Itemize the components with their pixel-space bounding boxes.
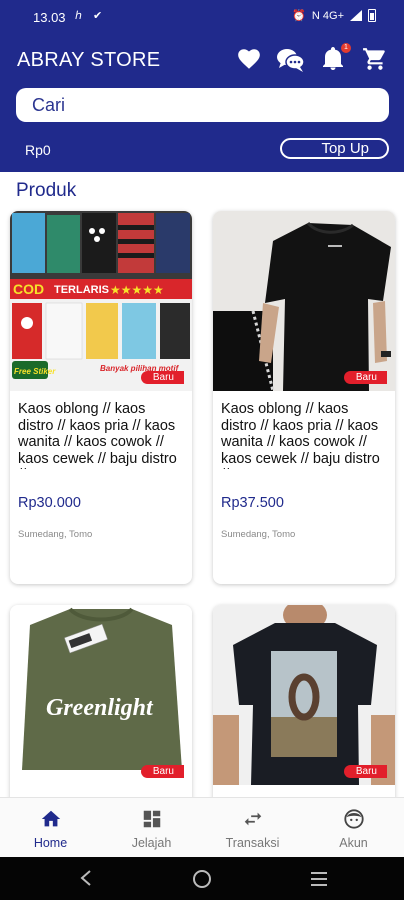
nav-akun[interactable]: Akun <box>303 798 404 858</box>
product-image: Baru <box>213 211 395 391</box>
cod-label: COD <box>13 281 44 297</box>
grid-icon <box>143 810 161 828</box>
black-tshirt-image <box>213 211 395 391</box>
product-price: Rp37.500 <box>221 495 284 511</box>
app-header: ABRAY STORE 1 Rp0 Top Up <box>0 34 404 172</box>
nav-label: Transaksi <box>225 836 280 850</box>
notification-badge: 1 <box>341 43 351 53</box>
heart-icon <box>238 49 260 69</box>
system-navigation-bar <box>0 857 404 900</box>
product-name: Kaos oblong // kaos distro // kaos pria … <box>221 401 380 469</box>
product-image: Greenlight Baru <box>10 605 192 785</box>
network-label: N 4G+ <box>311 9 344 22</box>
new-badge: Baru <box>140 765 184 778</box>
nav-label: Jelajah <box>131 836 172 850</box>
star-rating-icon: ★★★★★ <box>110 283 164 297</box>
product-card[interactable]: Greenlight Baru <box>10 605 192 805</box>
signal-icon <box>350 10 362 21</box>
new-badge: Baru <box>343 765 387 778</box>
new-badge: Baru <box>343 371 387 384</box>
cart-button[interactable] <box>362 46 390 74</box>
cart-icon <box>363 48 385 70</box>
system-icons: ⏰ N 4G+ <box>292 9 376 22</box>
home-circle-icon[interactable] <box>192 869 212 889</box>
product-name: Kaos oblong // kaos distro // kaos pria … <box>18 401 177 469</box>
tshirt-collage-image: COD TERLARIS ★★★★★ Free Stiker Banyak pi… <box>10 211 192 391</box>
notification-icons: ℎ ✔ <box>75 10 107 22</box>
product-card[interactable]: Baru Kaos oblong // kaos distro // kaos … <box>213 211 395 584</box>
battery-icon <box>368 9 376 22</box>
nav-home[interactable]: Home <box>0 798 101 858</box>
home-icon <box>41 810 61 827</box>
nav-label: Home <box>33 836 68 850</box>
product-price: Rp30.000 <box>18 495 81 511</box>
notification-button[interactable]: 1 <box>321 43 351 74</box>
nav-jelajah[interactable]: Jelajah <box>101 798 202 858</box>
terlaris-label: TERLARIS <box>54 284 109 296</box>
status-bar: 13.03 ℎ ✔ ⏰ N 4G+ <box>0 0 404 34</box>
alarm-icon: ⏰ <box>292 10 306 22</box>
graphic-tshirt-image <box>213 605 395 785</box>
product-card[interactable]: COD TERLARIS ★★★★★ Free Stiker Banyak pi… <box>10 211 192 584</box>
new-badge: Baru <box>140 371 184 384</box>
product-image: COD TERLARIS ★★★★★ Free Stiker Banyak pi… <box>10 211 192 391</box>
store-title: ABRAY STORE <box>17 49 161 71</box>
product-location: Sumedang, Tomo <box>18 529 93 540</box>
clock: 13.03 <box>33 10 66 25</box>
nav-transaksi[interactable]: Transaksi <box>202 798 303 858</box>
balance-amount: Rp0 <box>25 142 51 158</box>
wishlist-button[interactable] <box>236 46 264 74</box>
chat-button[interactable] <box>276 46 308 74</box>
product-image: Baru <box>213 605 395 785</box>
search-input[interactable] <box>16 88 389 122</box>
free-sticker-label: Free Stiker <box>14 367 56 376</box>
face-icon <box>344 809 364 829</box>
recents-icon[interactable] <box>310 871 328 887</box>
product-card[interactable]: Baru <box>213 605 395 805</box>
greenlight-print: Greenlight <box>46 695 154 721</box>
swap-icon <box>244 812 262 826</box>
section-title: Produk <box>16 180 77 201</box>
chat-icon <box>277 49 305 72</box>
product-location: Sumedang, Tomo <box>221 529 296 540</box>
top-up-button[interactable]: Top Up <box>280 138 389 159</box>
nav-label: Akun <box>339 836 368 850</box>
back-icon[interactable] <box>78 869 94 887</box>
bottom-navigation: Home Jelajah Transaksi Akun <box>0 797 404 857</box>
green-tshirt-image: Greenlight <box>10 605 192 785</box>
